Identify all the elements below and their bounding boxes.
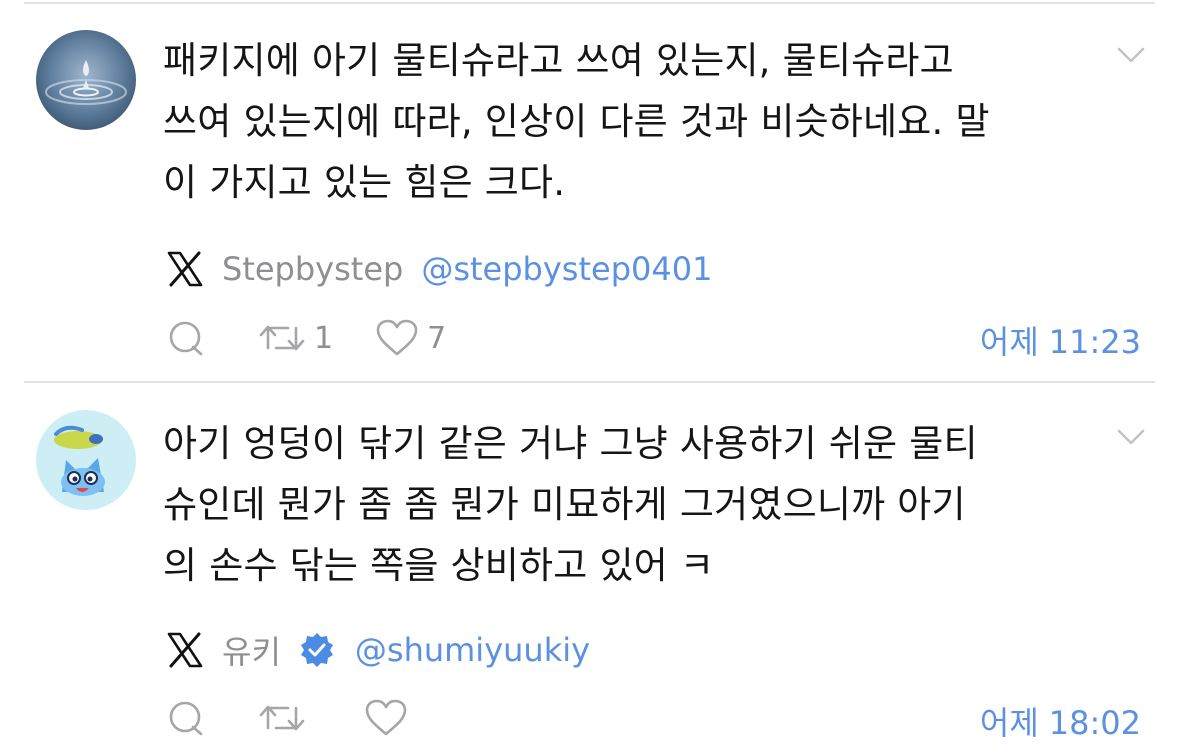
reply-icon	[169, 701, 203, 736]
x-logo-icon	[167, 632, 203, 668]
author-name[interactable]: Stepbystep	[222, 250, 403, 288]
water-drop-avatar-icon	[36, 30, 136, 130]
like-count: 7	[427, 320, 447, 356]
verified-badge-icon	[300, 633, 333, 667]
author-name[interactable]: 유키	[222, 627, 281, 673]
retweet-icon	[259, 705, 305, 731]
timestamp-day: 어제	[979, 323, 1039, 361]
reply-button[interactable]	[166, 698, 206, 738]
x-logo-icon	[167, 251, 203, 287]
tweet-card[interactable]: 패키지에 아기 물티슈라고 쓰여 있는지, 물티슈라고 쓰여 있는지에 따라, …	[0, 0, 1179, 380]
timestamp[interactable]: 어제 18:02	[980, 698, 1141, 744]
timestamp-time: 11:23	[1048, 323, 1141, 361]
author-handle[interactable]: @shumiyuukiy	[355, 631, 590, 669]
avatar[interactable]	[36, 30, 136, 130]
author-row[interactable]: Stepbystep @stepbystep0401	[166, 249, 712, 289]
tweet-text: 아기 엉덩이 닦기 같은 거냐 그냥 사용하기 쉬운 물티 슈인데 뭔가 좀 좀…	[163, 422, 978, 587]
action-bar	[166, 696, 458, 740]
timestamp[interactable]: 어제 11:23	[980, 317, 1141, 363]
author-row[interactable]: 유키 @shumiyuukiy	[166, 627, 590, 673]
chevron-down-icon[interactable]	[1114, 420, 1148, 454]
action-bar: 1 7	[166, 316, 488, 360]
reply-icon	[169, 321, 203, 356]
heart-icon	[376, 319, 418, 356]
cartoon-cat-avatar-icon	[36, 410, 136, 510]
avatar[interactable]	[36, 410, 136, 510]
like-button[interactable]	[364, 698, 416, 738]
timestamp-day: 어제	[979, 704, 1039, 742]
heart-icon	[365, 699, 407, 736]
retweet-count: 1	[314, 320, 334, 356]
timestamp-time: 18:02	[1048, 704, 1141, 742]
retweet-button[interactable]: 1	[258, 318, 333, 358]
reply-button[interactable]	[166, 318, 206, 358]
retweet-icon	[259, 325, 305, 351]
tweet-text: 패키지에 아기 물티슈라고 쓰여 있는지, 물티슈라고 쓰여 있는지에 따라, …	[163, 39, 990, 204]
retweet-button[interactable]	[258, 698, 314, 738]
like-button[interactable]: 7	[375, 318, 446, 358]
tweet-card[interactable]: 아기 엉덩이 닦기 같은 거냐 그냥 사용하기 쉬운 물티 슈인데 뭔가 좀 좀…	[0, 383, 1179, 755]
author-handle[interactable]: @stepbystep0401	[421, 250, 712, 288]
chevron-down-icon[interactable]	[1114, 38, 1148, 72]
